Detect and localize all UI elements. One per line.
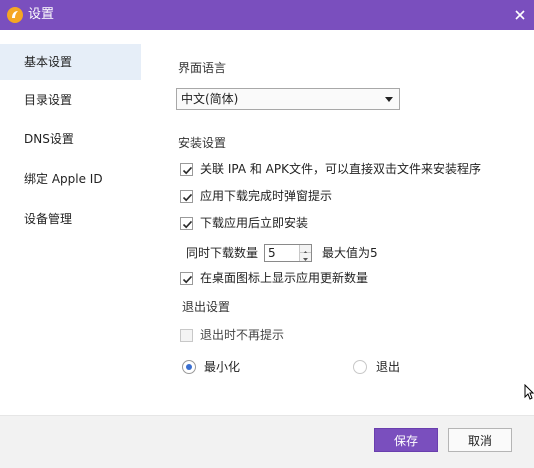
exit-section-title: 退出设置: [182, 300, 231, 314]
exit-minimize-radio[interactable]: [182, 360, 196, 374]
check-icon: [182, 166, 193, 175]
sidebar-item-dns[interactable]: DNS设置: [0, 121, 141, 157]
close-icon[interactable]: [508, 3, 532, 27]
install-section-title: 安装设置: [178, 136, 227, 150]
sidebar-item-basic[interactable]: 基本设置: [0, 44, 141, 80]
exit-no-prompt-label: 退出时不再提示: [200, 328, 285, 342]
sidebar-item-label: 绑定 Apple ID: [24, 172, 103, 186]
save-button[interactable]: 保存: [374, 428, 438, 452]
language-select-value: 中文(简体): [181, 92, 239, 106]
check-icon: [182, 220, 193, 229]
window-title: 设置: [28, 7, 55, 22]
concurrent-max-note: 最大值为5: [322, 246, 378, 260]
app-logo-icon: [6, 6, 24, 24]
check-icon: [182, 275, 193, 284]
check-icon: [182, 193, 193, 202]
install-after-download-checkbox[interactable]: [180, 217, 193, 230]
associate-files-label: 关联 IPA 和 APK文件，可以直接双击文件来安装程序: [200, 162, 481, 176]
desktop-badge-label: 在桌面图标上显示应用更新数量: [200, 271, 369, 285]
exit-quit-label: 退出: [376, 360, 401, 374]
sidebar-item-directory[interactable]: 目录设置: [0, 82, 141, 118]
chevron-down-icon: [385, 97, 393, 102]
desktop-badge-checkbox[interactable]: [180, 272, 193, 285]
download-popup-checkbox[interactable]: [180, 190, 193, 203]
stepper-down-icon[interactable]: [299, 253, 311, 261]
language-select[interactable]: 中文(简体): [176, 88, 400, 110]
exit-quit-radio[interactable]: [353, 360, 367, 374]
cancel-button[interactable]: 取消: [448, 428, 512, 452]
sidebar-item-label: 基本设置: [24, 55, 73, 69]
sidebar-item-label: 设备管理: [24, 212, 73, 226]
sidebar-item-devices[interactable]: 设备管理: [0, 201, 141, 237]
settings-sidebar: 基本设置 目录设置 DNS设置 绑定 Apple ID 设备管理: [0, 30, 141, 415]
settings-window: 设置 基本设置 目录设置 DNS设置 绑定 Apple ID 设备管理 界面语言…: [0, 0, 534, 468]
exit-no-prompt-checkbox[interactable]: [180, 329, 193, 342]
concurrent-downloads-label: 同时下载数量: [186, 246, 259, 260]
exit-minimize-label: 最小化: [204, 360, 241, 374]
sidebar-item-label: 目录设置: [24, 93, 73, 107]
title-bar[interactable]: 设置: [0, 0, 534, 30]
install-after-download-label: 下载应用后立即安装: [200, 216, 309, 230]
sidebar-item-label: DNS设置: [24, 132, 74, 146]
download-popup-label: 应用下载完成时弹窗提示: [200, 189, 333, 203]
concurrent-downloads-value: 5: [268, 246, 276, 260]
concurrent-downloads-stepper[interactable]: 5: [264, 244, 312, 262]
radio-selected-dot: [186, 364, 192, 370]
mouse-cursor-icon: [524, 383, 534, 403]
language-section-title: 界面语言: [178, 61, 227, 75]
sidebar-item-apple-id[interactable]: 绑定 Apple ID: [0, 161, 141, 197]
stepper-up-icon[interactable]: [299, 245, 311, 254]
associate-files-checkbox[interactable]: [180, 163, 193, 176]
